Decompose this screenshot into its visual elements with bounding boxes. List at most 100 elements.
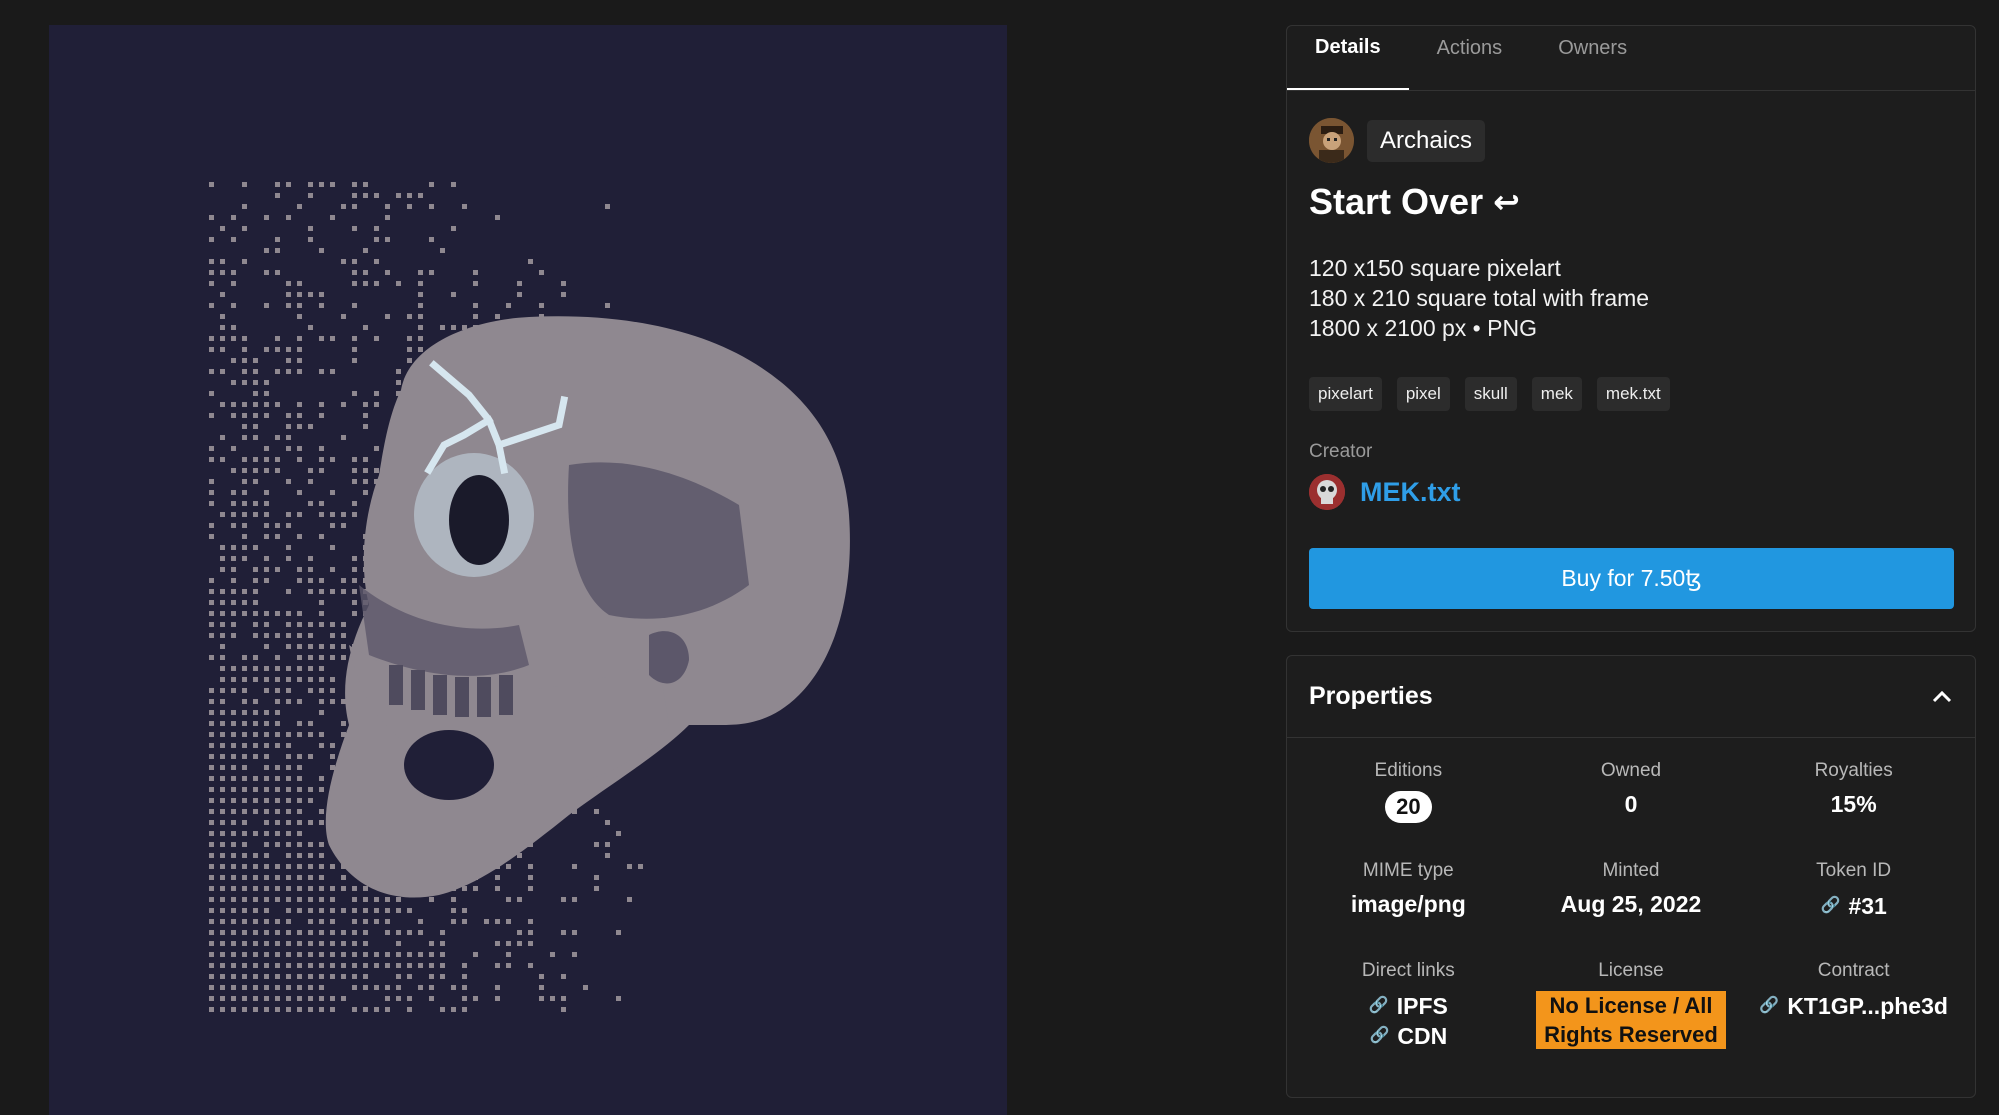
dither-pixel — [242, 864, 247, 869]
cdn-link[interactable]: 🔗 CDN — [1297, 1021, 1520, 1051]
dither-pixel — [220, 457, 225, 462]
dither-pixel — [220, 347, 225, 352]
dither-pixel — [264, 380, 269, 385]
license-value[interactable]: No License / All Rights Reserved — [1535, 991, 1726, 1049]
dither-pixel — [275, 193, 280, 198]
creator-link[interactable]: MEK.txt — [1360, 477, 1461, 508]
dither-pixel — [242, 908, 247, 913]
dither-pixel — [473, 314, 478, 319]
contract-link[interactable]: 🔗 KT1GP...phe3d — [1742, 991, 1965, 1021]
tab-owners[interactable]: Owners — [1530, 25, 1655, 90]
dither-pixel — [242, 996, 247, 1001]
dither-pixel — [352, 457, 357, 462]
dither-pixel — [374, 468, 379, 473]
dither-pixel — [286, 215, 291, 220]
dither-pixel — [220, 226, 225, 231]
dither-pixel — [297, 886, 302, 891]
dither-pixel — [286, 512, 291, 517]
tag-pixel[interactable]: pixel — [1396, 377, 1450, 411]
dither-pixel — [308, 688, 313, 693]
dither-pixel — [253, 732, 258, 737]
artwork-preview[interactable] — [49, 25, 1007, 1115]
dither-pixel — [209, 237, 214, 242]
dither-pixel — [385, 919, 390, 924]
dither-pixel — [209, 732, 214, 737]
prop-editions: Editions 20 — [1297, 738, 1520, 838]
prop-contract: Contract 🔗 KT1GP...phe3d — [1742, 938, 1965, 1038]
dither-pixel — [286, 919, 291, 924]
dither-pixel — [473, 952, 478, 957]
dither-pixel — [627, 864, 632, 869]
dither-pixel — [209, 259, 214, 264]
dither-pixel — [275, 820, 280, 825]
dither-pixel — [495, 215, 500, 220]
dither-pixel — [209, 820, 214, 825]
dither-pixel — [220, 743, 225, 748]
dither-pixel — [297, 699, 302, 704]
dither-pixel — [209, 721, 214, 726]
tab-details[interactable]: Details — [1287, 25, 1409, 90]
dither-pixel — [220, 589, 225, 594]
dither-pixel — [275, 996, 280, 1001]
dither-pixel — [308, 424, 313, 429]
ipfs-link[interactable]: 🔗 IPFS — [1297, 991, 1520, 1021]
dither-pixel — [275, 864, 280, 869]
dither-pixel — [451, 182, 456, 187]
dither-pixel — [286, 479, 291, 484]
dither-pixel — [209, 853, 214, 858]
dither-pixel — [341, 435, 346, 440]
collection-name[interactable]: Archaics — [1367, 119, 1486, 162]
properties-header[interactable]: Properties — [1287, 656, 1975, 738]
tag-list: pixelart pixel skull mek mek.txt — [1309, 377, 1670, 411]
dither-pixel — [209, 787, 214, 792]
dither-pixel — [352, 930, 357, 935]
token-id-link[interactable]: 🔗 #31 — [1742, 891, 1965, 921]
dither-pixel — [286, 281, 291, 286]
dither-pixel — [308, 787, 313, 792]
dither-pixel — [286, 413, 291, 418]
dither-pixel — [297, 402, 302, 407]
dither-pixel — [594, 886, 599, 891]
dither-pixel — [264, 897, 269, 902]
dither-pixel — [374, 226, 379, 231]
dither-pixel — [286, 677, 291, 682]
dither-pixel — [319, 611, 324, 616]
chevron-up-icon[interactable] — [1931, 683, 1953, 711]
dither-pixel — [330, 688, 335, 693]
dither-pixel — [308, 908, 313, 913]
dither-pixel — [429, 897, 434, 902]
dither-pixel — [396, 908, 401, 913]
dither-pixel — [209, 809, 214, 814]
dither-pixel — [418, 292, 423, 297]
dither-pixel — [220, 435, 225, 440]
dither-pixel — [330, 897, 335, 902]
skull-avatar-icon[interactable] — [1309, 474, 1345, 510]
dither-pixel — [297, 897, 302, 902]
dither-pixel — [231, 809, 236, 814]
tag-mek[interactable]: mek — [1531, 377, 1582, 411]
dither-pixel — [253, 424, 258, 429]
royalties-value: 15% — [1830, 791, 1877, 817]
tag-pixelart[interactable]: pixelart — [1309, 377, 1382, 411]
tab-actions[interactable]: Actions — [1409, 25, 1531, 90]
dither-pixel — [231, 765, 236, 770]
dither-pixel — [297, 765, 302, 770]
dither-pixel — [407, 193, 412, 198]
dither-pixel — [231, 281, 236, 286]
dither-pixel — [220, 897, 225, 902]
dither-pixel — [209, 303, 214, 308]
dither-pixel — [264, 622, 269, 627]
dither-pixel — [231, 413, 236, 418]
dither-pixel — [616, 831, 621, 836]
buy-button[interactable]: Buy for 7.50ꜩ — [1309, 548, 1954, 609]
dither-pixel — [286, 699, 291, 704]
dither-pixel — [286, 754, 291, 759]
dither-pixel — [308, 578, 313, 583]
collection-row: Archaics — [1309, 118, 1486, 163]
dither-pixel — [561, 996, 566, 1001]
dither-pixel — [396, 996, 401, 1001]
portrait-icon[interactable] — [1309, 118, 1354, 163]
tag-mek-txt[interactable]: mek.txt — [1596, 377, 1670, 411]
tag-skull[interactable]: skull — [1464, 377, 1517, 411]
dither-pixel — [341, 886, 346, 891]
